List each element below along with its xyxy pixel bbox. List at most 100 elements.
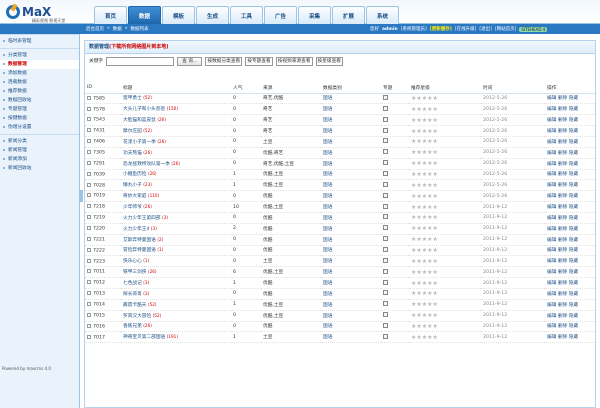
hide-link[interactable]: 隐藏	[569, 303, 578, 308]
breadcrumb-item[interactable]: 数据	[113, 26, 122, 32]
edit-link[interactable]: 编辑	[547, 183, 556, 188]
edit-link[interactable]: 编辑	[547, 205, 556, 210]
star-rating-icon[interactable]: ★★★★★	[411, 247, 438, 254]
nav-tab[interactable]: 系统	[366, 6, 399, 24]
row-title-link[interactable]: 探长哥哥	[123, 292, 142, 297]
sidebar-item[interactable]: 连载数据	[0, 78, 79, 87]
hide-link[interactable]: 隐藏	[569, 259, 578, 264]
category-link[interactable]: 国语	[323, 107, 332, 112]
delete-link[interactable]: 删除	[558, 238, 567, 243]
row-checkbox[interactable]	[87, 149, 91, 154]
hide-link[interactable]: 隐藏	[569, 238, 578, 243]
star-rating-icon[interactable]: ★★★★★	[411, 269, 438, 276]
delete-link[interactable]: 删除	[558, 324, 567, 329]
delete-link[interactable]: 删除	[558, 107, 567, 112]
category-link[interactable]: 国语	[323, 335, 332, 340]
nav-tab[interactable]: 采集	[298, 6, 331, 24]
category-link[interactable]: 国语	[323, 292, 332, 297]
sidebar-item[interactable]: 临时表管理	[0, 37, 79, 46]
search-button[interactable]: 查 询...	[177, 56, 203, 66]
topic-icon[interactable]	[383, 279, 388, 285]
edit-link[interactable]: 编辑	[547, 314, 556, 319]
row-title-link[interactable]: 花漾小子第一季	[123, 140, 156, 145]
row-checkbox[interactable]	[87, 160, 91, 165]
hide-link[interactable]: 隐藏	[569, 172, 578, 177]
topic-icon[interactable]	[383, 105, 388, 111]
download-images-link[interactable]: (下载所有网络图片到本地)	[109, 44, 169, 50]
star-rating-icon[interactable]: ★★★★★	[411, 204, 438, 211]
edit-link[interactable]: 编辑	[547, 238, 556, 243]
edit-link[interactable]: 编辑	[547, 129, 556, 134]
topic-icon[interactable]	[383, 312, 388, 318]
sidebar-item[interactable]: 伪增分设置	[0, 123, 79, 132]
star-rating-icon[interactable]: ★★★★★	[411, 160, 438, 167]
row-checkbox[interactable]	[87, 171, 91, 176]
star-rating-icon[interactable]: ★★★★★	[411, 225, 438, 232]
row-checkbox[interactable]	[87, 193, 91, 198]
row-title-link[interactable]: 少年师爷	[123, 205, 142, 210]
nav-tab[interactable]: 工具	[230, 6, 263, 24]
category-link[interactable]: 国语	[323, 303, 332, 308]
star-rating-icon[interactable]: ★★★★★	[411, 258, 438, 265]
hide-link[interactable]: 隐藏	[569, 151, 578, 156]
category-link[interactable]: 国语	[323, 216, 332, 221]
star-rating-icon[interactable]: ★★★★★	[411, 236, 438, 243]
delete-link[interactable]: 删除	[558, 194, 567, 199]
topic-icon[interactable]	[383, 116, 388, 122]
category-link[interactable]: 国语	[323, 324, 332, 329]
row-checkbox[interactable]	[87, 128, 91, 133]
row-checkbox[interactable]	[87, 215, 91, 220]
update-cache-link[interactable]: [更新缓存]	[430, 26, 452, 32]
hide-link[interactable]: 隐藏	[569, 216, 578, 221]
sidebar-item[interactable]: 专题管理	[0, 105, 79, 114]
edit-link[interactable]: 编辑	[547, 140, 556, 145]
category-link[interactable]: 国语	[323, 205, 332, 210]
delete-link[interactable]: 删除	[558, 270, 567, 275]
hide-link[interactable]: 隐藏	[569, 140, 578, 145]
row-title-link[interactable]: 小鲤鱼历险	[123, 172, 146, 177]
topic-icon[interactable]	[383, 94, 388, 100]
sidebar-item[interactable]: 添加数据	[0, 69, 79, 78]
row-checkbox[interactable]	[87, 323, 91, 328]
edit-link[interactable]: 编辑	[547, 303, 556, 308]
delete-link[interactable]: 删除	[558, 281, 567, 286]
category-link[interactable]: 国语	[323, 281, 332, 286]
topic-icon[interactable]	[383, 268, 388, 274]
edit-link[interactable]: 编辑	[547, 194, 556, 199]
hide-link[interactable]: 隐藏	[569, 292, 578, 297]
star-rating-icon[interactable]: ★★★★★	[411, 290, 438, 297]
star-rating-icon[interactable]: ★★★★★	[411, 323, 438, 330]
row-checkbox[interactable]	[87, 302, 91, 306]
hide-link[interactable]: 隐藏	[569, 324, 578, 329]
sidebar-item[interactable]: 数据回收站	[0, 96, 79, 105]
category-link[interactable]: 国语	[323, 314, 332, 319]
hide-link[interactable]: 隐藏	[569, 96, 578, 101]
row-title-link[interactable]: 奇妙大家庭	[123, 194, 146, 199]
topic-icon[interactable]	[383, 333, 388, 339]
category-link[interactable]: 国语	[323, 140, 332, 145]
delete-link[interactable]: 删除	[558, 259, 567, 264]
sidebar-item[interactable]: 新闻添加	[0, 155, 79, 164]
topic-icon[interactable]	[383, 257, 388, 263]
sidebar-item[interactable]: 新闻管理	[0, 146, 79, 155]
row-title-link[interactable]: 神奇宝贝第二部国语	[123, 335, 165, 340]
edit-link[interactable]: 编辑	[547, 107, 556, 112]
hide-link[interactable]: 隐藏	[569, 118, 578, 123]
delete-link[interactable]: 删除	[558, 248, 567, 253]
row-checkbox[interactable]	[87, 312, 91, 317]
topic-icon[interactable]	[383, 192, 388, 198]
edit-link[interactable]: 编辑	[547, 172, 556, 177]
hide-link[interactable]: 隐藏	[569, 205, 578, 210]
hide-link[interactable]: 隐藏	[569, 183, 578, 188]
hide-link[interactable]: 隐藏	[569, 129, 578, 134]
delete-link[interactable]: 删除	[558, 303, 567, 308]
row-checkbox[interactable]	[87, 236, 91, 241]
online-upgrade-link[interactable]: [在线升级]	[455, 26, 477, 32]
hide-link[interactable]: 隐藏	[569, 162, 578, 167]
topic-icon[interactable]	[383, 203, 388, 209]
nav-tab[interactable]: 广告	[264, 6, 297, 24]
hide-link[interactable]: 隐藏	[569, 194, 578, 199]
row-title-link[interactable]: 罗宾汉大冒险	[123, 314, 151, 319]
category-link[interactable]: 国语	[323, 248, 332, 253]
category-filter-select[interactable]: 按数据分类查看	[205, 56, 243, 66]
